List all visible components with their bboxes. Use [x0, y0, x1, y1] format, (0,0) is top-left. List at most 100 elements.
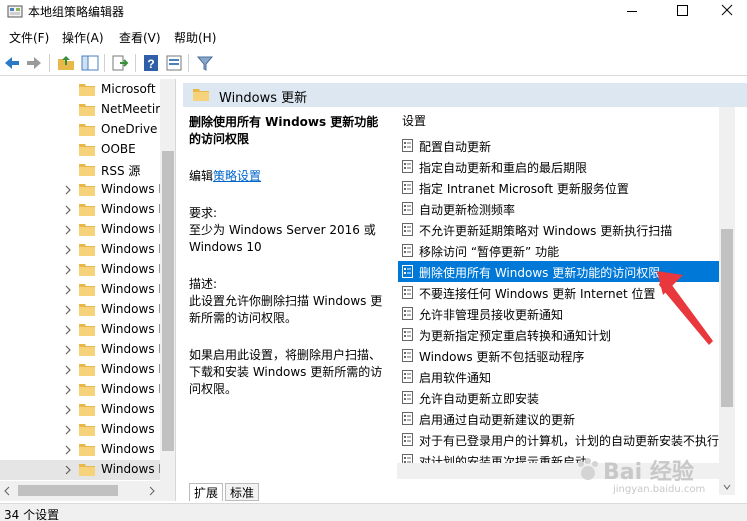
policy-setting-icon: [402, 370, 413, 383]
maximize-icon: [677, 5, 688, 16]
tab-standard[interactable]: 标准: [225, 483, 260, 501]
chevron-right-icon[interactable]: [64, 425, 72, 435]
folder-icon: [79, 184, 95, 196]
tree-scroll-thumb[interactable]: [162, 151, 174, 451]
tree-item-label: Windows !: [101, 442, 164, 456]
setting-label: Windows 更新不包括驱动程序: [419, 350, 585, 364]
properties-icon[interactable]: [164, 53, 184, 73]
tree-item-label: Windows I: [101, 202, 162, 216]
setting-row[interactable]: 指定 Intranet Microsoft 更新服务位置: [398, 177, 732, 198]
settings-scroll-thumb[interactable]: [721, 229, 733, 407]
tree-item[interactable]: Windows I: [0, 260, 162, 280]
window-title: 本地组策略编辑器: [28, 5, 125, 19]
chevron-right-icon[interactable]: [64, 365, 72, 375]
menu-help[interactable]: 帮助(H): [174, 29, 216, 46]
setting-row[interactable]: 允许非管理员接收更新通知: [398, 303, 732, 324]
settings-list: 设置 配置自动更新 指定自动更新和重启的最后期限 指定 Intranet Micro…: [397, 107, 747, 463]
tree-item[interactable]: Windows !: [0, 420, 163, 440]
setting-label: 对于有已登录用户的计算机，计划的自动更新安装不执行重: [419, 434, 732, 448]
folder-icon: [79, 404, 95, 416]
tree-item[interactable]: Windows !: [0, 400, 163, 420]
policy-settings-link[interactable]: 策略设置: [213, 169, 261, 183]
tree-horizontal-scrollbar[interactable]: [0, 481, 176, 501]
chevron-right-icon[interactable]: [64, 225, 72, 235]
folder-icon: [79, 364, 95, 376]
tree-item[interactable]: Windows I: [0, 380, 162, 400]
tree-item[interactable]: Windows I: [0, 460, 162, 480]
tree-item-label: Microsoft: [101, 82, 156, 96]
policy-setting-icon: [402, 244, 413, 257]
title-bar: 本地组策略编辑器: [0, 0, 747, 23]
setting-row[interactable]: 自动更新检测频率: [398, 198, 732, 219]
tree-item[interactable]: Windows !: [0, 440, 164, 460]
chevron-right-icon[interactable]: [64, 245, 72, 255]
svg-text:?: ?: [147, 57, 154, 71]
tree-item[interactable]: Windows I: [0, 220, 162, 240]
chevron-right-icon[interactable]: [64, 385, 72, 395]
setting-row[interactable]: 不允许更新延期策略对 Windows 更新执行扫描: [398, 219, 732, 240]
toolbar-separator: [188, 54, 189, 72]
folder-icon: [79, 224, 95, 236]
chevron-right-icon[interactable]: [64, 445, 72, 455]
scroll-right-icon[interactable]: [148, 486, 156, 496]
chevron-right-icon[interactable]: [64, 265, 72, 275]
maximize-button[interactable]: [659, 0, 705, 23]
tree-item[interactable]: Windows I: [0, 320, 162, 340]
setting-label: 为更新指定预定重启转换和通知计划: [419, 329, 612, 343]
chevron-right-icon[interactable]: [64, 465, 72, 475]
setting-row[interactable]: 配置自动更新: [398, 135, 732, 156]
folder-icon: [79, 424, 95, 436]
up-folder-icon[interactable]: [56, 53, 76, 73]
settings-vertical-scrollbar[interactable]: [719, 107, 735, 495]
chevron-right-icon[interactable]: [64, 205, 72, 215]
tree-item[interactable]: Microsoft: [0, 80, 160, 100]
close-button[interactable]: [704, 0, 747, 23]
tree-hscroll-thumb[interactable]: [18, 485, 118, 496]
help-icon[interactable]: ?: [141, 53, 161, 73]
tree-item[interactable]: NetMeetir: [0, 100, 160, 120]
setting-row[interactable]: Windows 更新不包括驱动程序: [398, 345, 732, 366]
tab-extended[interactable]: 扩展: [189, 483, 224, 501]
setting-row[interactable]: 对于有已登录用户的计算机，计划的自动更新安装不执行重: [398, 429, 732, 450]
tree-item[interactable]: Windows I: [0, 300, 162, 320]
menu-action[interactable]: 操作(A): [62, 29, 104, 46]
tree-item[interactable]: Windows I: [0, 200, 162, 220]
tree-vertical-scrollbar[interactable]: [160, 79, 175, 481]
forward-arrow-icon[interactable]: [24, 53, 44, 73]
settings-column-header[interactable]: 设置: [402, 112, 426, 129]
setting-row[interactable]: 为更新指定预定重启转换和通知计划: [398, 324, 732, 345]
folder-icon: [79, 384, 95, 396]
show-hide-tree-icon[interactable]: [80, 53, 100, 73]
setting-row[interactable]: 移除访问 “暂停更新” 功能: [398, 240, 732, 261]
folder-icon: [79, 344, 95, 356]
tree-item[interactable]: RSS 源: [0, 160, 160, 180]
edit-line: 编辑策略设置: [189, 168, 389, 185]
setting-row[interactable]: 启用软件通知: [398, 366, 732, 387]
chevron-right-icon[interactable]: [64, 345, 72, 355]
tree-item[interactable]: Windows I: [0, 240, 162, 260]
tree-item[interactable]: OOBE: [0, 140, 160, 160]
setting-row[interactable]: 不要连接任何 Windows 更新 Internet 位置: [398, 282, 732, 303]
setting-row[interactable]: 允许自动更新立即安装: [398, 387, 732, 408]
scroll-left-icon[interactable]: [3, 486, 11, 496]
menu-view[interactable]: 查看(V): [119, 29, 161, 46]
setting-row[interactable]: 指定自动更新和重启的最后期限: [398, 156, 732, 177]
chevron-right-icon[interactable]: [64, 285, 72, 295]
tree-item[interactable]: Windows I: [0, 340, 162, 360]
tree-item[interactable]: Windows I: [0, 180, 162, 200]
setting-row[interactable]: 删除使用所有 Windows 更新功能的访问权限: [398, 261, 732, 282]
tree-item[interactable]: OneDrive: [0, 120, 160, 140]
back-arrow-icon[interactable]: [2, 53, 22, 73]
tree-item[interactable]: Windows I: [0, 280, 162, 300]
tree-item[interactable]: Windows I: [0, 360, 162, 380]
chevron-right-icon[interactable]: [64, 405, 72, 415]
chevron-right-icon[interactable]: [64, 185, 72, 195]
setting-row[interactable]: 启用通过自动更新建议的更新: [398, 408, 732, 429]
export-list-icon[interactable]: [110, 53, 130, 73]
view-tabs: 扩展 标准: [183, 481, 583, 503]
menu-file[interactable]: 文件(F): [9, 29, 49, 46]
chevron-right-icon[interactable]: [64, 325, 72, 335]
minimize-button[interactable]: [609, 0, 655, 23]
filter-icon[interactable]: [195, 53, 215, 73]
chevron-right-icon[interactable]: [64, 305, 72, 315]
